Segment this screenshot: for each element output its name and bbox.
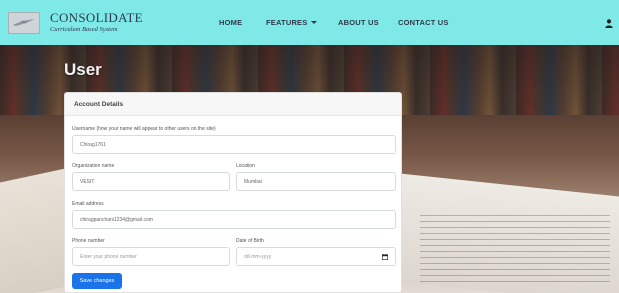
book-text-lines	[420, 215, 610, 285]
brand[interactable]: CONSOLIDATE Curriculum Based System	[8, 11, 143, 34]
username-input[interactable]: Chirag1761	[72, 135, 396, 154]
brand-text: CONSOLIDATE Curriculum Based System	[50, 11, 143, 34]
organization-input[interactable]: VESIT	[72, 172, 230, 191]
account-card: Account Details Username (how your name …	[64, 92, 402, 293]
navbar: CONSOLIDATE Curriculum Based System HOME…	[0, 0, 619, 45]
organization-label: Organization name	[72, 163, 115, 169]
save-changes-button[interactable]: Save changes	[72, 273, 122, 289]
dob-placeholder: dd-mm-yyyy	[244, 253, 272, 260]
page: CONSOLIDATE Curriculum Based System HOME…	[0, 0, 619, 293]
nav-contact[interactable]: CONTACT US	[398, 18, 449, 27]
email-input[interactable]: chiragpanchani1234@gmail.com	[72, 210, 396, 229]
nav-home[interactable]: HOME	[219, 18, 242, 27]
calendar-icon[interactable]	[382, 254, 388, 260]
nav-features[interactable]: FEATURES	[266, 18, 318, 27]
logo-icon	[8, 11, 40, 34]
page-title: User	[64, 60, 102, 79]
location-label: Location	[236, 163, 255, 169]
user-icon[interactable]	[605, 19, 613, 28]
open-book-left	[0, 167, 70, 293]
dob-input[interactable]: dd-mm-yyyy	[236, 247, 396, 266]
chevron-down-icon	[311, 21, 318, 24]
phone-label: Phone number	[72, 238, 105, 244]
phone-input[interactable]: Enter your phone number	[72, 247, 230, 266]
brand-subtitle: Curriculum Based System	[50, 26, 118, 34]
brand-name: CONSOLIDATE	[50, 10, 143, 26]
nav-about[interactable]: ABOUT US	[338, 18, 379, 27]
nav-features-label: FEATURES	[266, 18, 308, 27]
card-header: Account Details	[65, 93, 401, 116]
username-label: Username (how your name will appear to o…	[72, 126, 216, 132]
location-input[interactable]: Mumbai	[236, 172, 396, 191]
dob-label: Date of Birth	[236, 238, 264, 244]
email-label: Email address	[72, 201, 104, 207]
